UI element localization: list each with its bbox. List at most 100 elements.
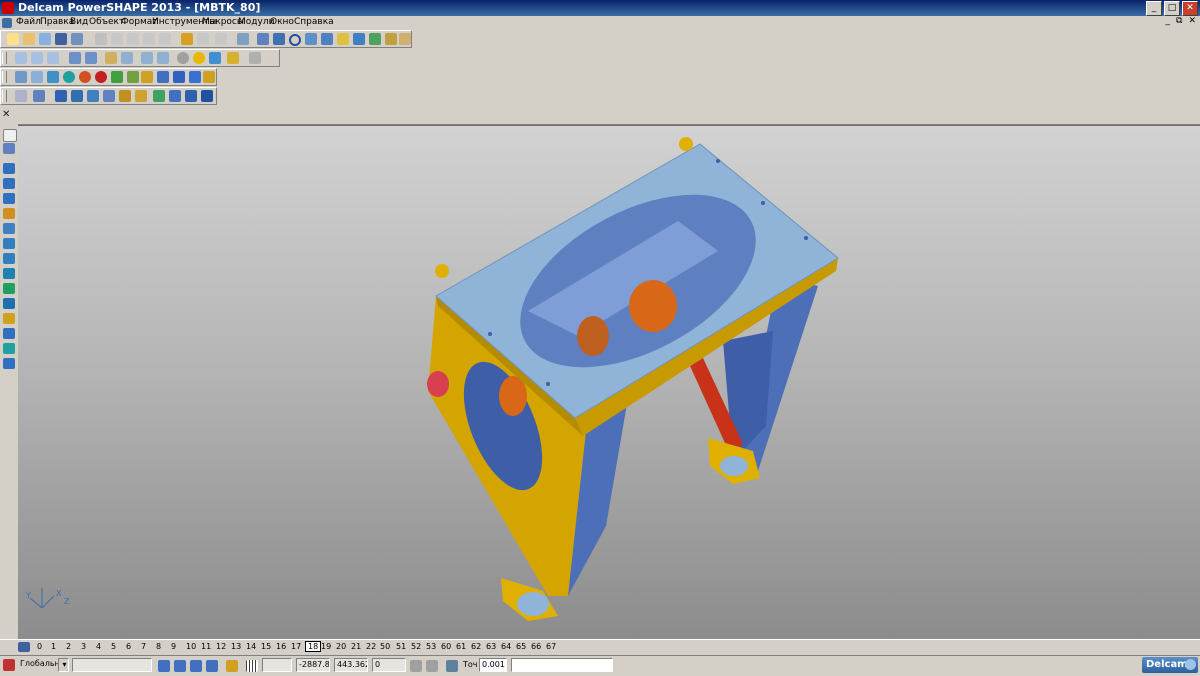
symbol-icon[interactable] [3, 313, 15, 324]
red-ball-icon[interactable] [95, 71, 107, 83]
view-cube-icon[interactable] [158, 660, 170, 672]
ball-icon[interactable] [79, 71, 91, 83]
level-8[interactable]: 8 [156, 642, 161, 651]
draft-icon[interactable] [201, 90, 213, 102]
wireframe-icon[interactable] [177, 52, 189, 64]
mesh-mode-icon[interactable] [3, 253, 15, 264]
level-6[interactable]: 6 [126, 642, 131, 651]
solid-icon[interactable] [353, 33, 365, 45]
boolean-icon[interactable] [87, 90, 99, 102]
menu-window[interactable]: Окно [270, 17, 294, 27]
level-15[interactable]: 15 [261, 642, 271, 651]
zoom-icon[interactable] [121, 52, 133, 64]
annotation-icon[interactable] [3, 283, 15, 294]
surface-icon[interactable] [337, 33, 349, 45]
shaded-wire-icon[interactable] [209, 52, 221, 64]
repeat-icon[interactable] [215, 33, 227, 45]
level-4[interactable]: 4 [96, 642, 101, 651]
transparency-icon[interactable] [249, 52, 261, 64]
tools-icon[interactable] [399, 33, 411, 45]
line-mode-icon[interactable] [3, 178, 15, 189]
assembly-icon[interactable] [157, 71, 169, 83]
tolerance-icon[interactable] [446, 660, 458, 672]
view-cube4-icon[interactable] [206, 660, 218, 672]
close-button[interactable]: ✕ [1182, 1, 1198, 16]
level-9[interactable]: 9 [171, 642, 176, 651]
clear-icon[interactable] [159, 33, 171, 45]
level-10[interactable]: 10 [186, 642, 196, 651]
feature-icon[interactable] [385, 33, 397, 45]
view-cube3-icon[interactable] [190, 660, 202, 672]
tolerance-field[interactable]: 0.001 [479, 658, 507, 672]
box-icon[interactable] [141, 71, 153, 83]
menu-modules[interactable]: Модули [238, 17, 274, 27]
model-icon[interactable] [47, 71, 59, 83]
mirror-icon[interactable] [169, 90, 181, 102]
paste-icon[interactable] [127, 33, 139, 45]
curve-mode-icon[interactable] [3, 208, 15, 219]
menu-object[interactable]: Объект [89, 17, 124, 27]
render-icon[interactable] [3, 358, 15, 369]
arc-mode-icon[interactable] [3, 193, 15, 204]
level-2[interactable]: 2 [66, 642, 71, 651]
coord-y-field[interactable]: 443.362 [334, 658, 368, 672]
grid-icon[interactable] [246, 660, 258, 672]
workplane-select[interactable]: Глобальна [18, 658, 58, 672]
workplane-dropdown[interactable]: ▾ [58, 658, 69, 672]
hatch-icon[interactable] [3, 298, 15, 309]
level-0[interactable]: 0 [37, 642, 42, 651]
arrow-icon[interactable] [203, 71, 215, 83]
level-14[interactable]: 14 [246, 642, 256, 651]
level-3[interactable]: 3 [81, 642, 86, 651]
analysis-icon[interactable] [3, 343, 15, 354]
level-50[interactable]: 50 [380, 642, 390, 651]
level-17[interactable]: 17 [291, 642, 301, 651]
pan-icon[interactable] [105, 52, 117, 64]
trim-icon[interactable] [273, 33, 285, 45]
workplane-icon[interactable] [3, 659, 15, 671]
workplane-icon[interactable] [257, 33, 269, 45]
surface-mode-icon[interactable] [3, 223, 15, 234]
level-22[interactable]: 22 [366, 642, 376, 651]
coord-x-field[interactable]: -2887.8 [296, 658, 330, 672]
doc-minimize-button[interactable]: _ [1166, 16, 1171, 26]
drawing-icon[interactable] [3, 328, 15, 339]
level-63[interactable]: 63 [486, 642, 496, 651]
menu-view[interactable]: Вид [70, 17, 88, 27]
level-60[interactable]: 60 [441, 642, 451, 651]
text-icon[interactable] [31, 71, 43, 83]
view-front-icon[interactable] [15, 52, 27, 64]
maximize-button[interactable]: □ [1164, 1, 1180, 16]
zoom-out-icon[interactable] [157, 52, 169, 64]
print-icon[interactable] [71, 33, 83, 45]
fillet-icon[interactable] [119, 90, 131, 102]
new-file-icon[interactable] [7, 33, 19, 45]
level-12[interactable]: 12 [216, 642, 226, 651]
component-icon[interactable] [189, 71, 201, 83]
zoom-in-icon[interactable] [141, 52, 153, 64]
app-icon[interactable] [2, 2, 14, 14]
relative-icon[interactable] [426, 660, 438, 672]
solid-mode-icon[interactable] [3, 238, 15, 249]
level-21[interactable]: 21 [351, 642, 361, 651]
doc-restore-button[interactable]: ⧉ [1176, 16, 1182, 26]
view-cube2-icon[interactable] [174, 660, 186, 672]
layer-select[interactable] [72, 658, 152, 672]
axis-icon[interactable] [33, 90, 45, 102]
level-16[interactable]: 16 [276, 642, 286, 651]
select-curve-icon[interactable] [15, 90, 27, 102]
menu-file[interactable]: Файл [16, 17, 41, 27]
sphere-icon[interactable] [63, 71, 75, 83]
offset-icon[interactable] [185, 90, 197, 102]
delete-icon[interactable] [143, 33, 155, 45]
dimension-icon[interactable] [3, 268, 15, 279]
chamfer-icon[interactable] [135, 90, 147, 102]
graphics-viewport[interactable]: X Y Z [18, 125, 1200, 639]
light-icon[interactable] [227, 52, 239, 64]
extrude-icon[interactable] [55, 90, 67, 102]
snap-icon[interactable] [226, 660, 238, 672]
coord-z-field[interactable]: 0 [372, 658, 406, 672]
mesh-icon[interactable] [369, 33, 381, 45]
level-61[interactable]: 61 [456, 642, 466, 651]
shaded-icon[interactable] [193, 52, 205, 64]
